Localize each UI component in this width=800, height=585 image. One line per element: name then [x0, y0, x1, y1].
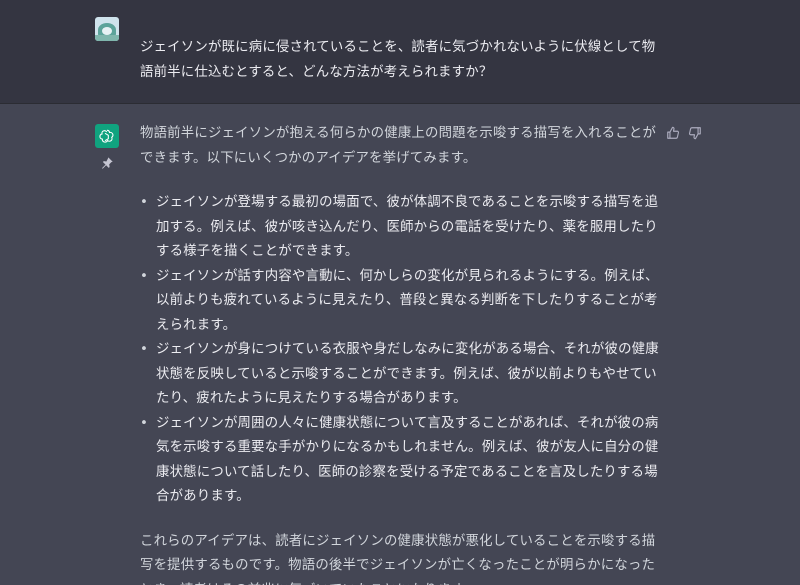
user-message-text: ジェイソンが既に病に侵されていることを、読者に気づかれないように伏線として物語前… — [140, 40, 656, 80]
list-item: ジェイソンが登場する最初の場面で、彼が体調不良であることを示唆する描写を追加する… — [140, 191, 660, 265]
list-item: ジェイソンが身につけている衣服や身だしなみに変化がある場合、それが彼の健康状態を… — [140, 338, 660, 412]
thumbs-down-icon[interactable] — [688, 126, 702, 140]
list-item: ジェイソンが周囲の人々に健康状態について言及することがあれば、それが彼の病気を示… — [140, 412, 660, 510]
list-item: ジェイソンが話す内容や言動に、何かしらの変化が見られるようにする。例えば、以前よ… — [140, 265, 660, 339]
assistant-intro: 物語前半にジェイソンが抱える何らかの健康上の問題を示唆する描写を入れることができ… — [140, 126, 657, 166]
user-avatar — [95, 17, 119, 41]
user-message-row: ジェイソンが既に病に侵されていることを、読者に気づかれないように伏線として物語前… — [0, 0, 800, 104]
thumbs-up-icon[interactable] — [666, 126, 680, 140]
pin-icon[interactable] — [100, 156, 114, 170]
openai-logo-icon — [95, 124, 119, 148]
idea-list: ジェイソンが登場する最初の場面で、彼が体調不良であることを示唆する描写を追加する… — [140, 191, 660, 510]
assistant-message-text: 物語前半にジェイソンが抱える何らかの健康上の問題を示唆する描写を入れることができ… — [140, 122, 660, 585]
assistant-conclusion: これらのアイデアは、読者にジェイソンの健康状態が悪化していることを示唆する描写を… — [140, 533, 656, 585]
